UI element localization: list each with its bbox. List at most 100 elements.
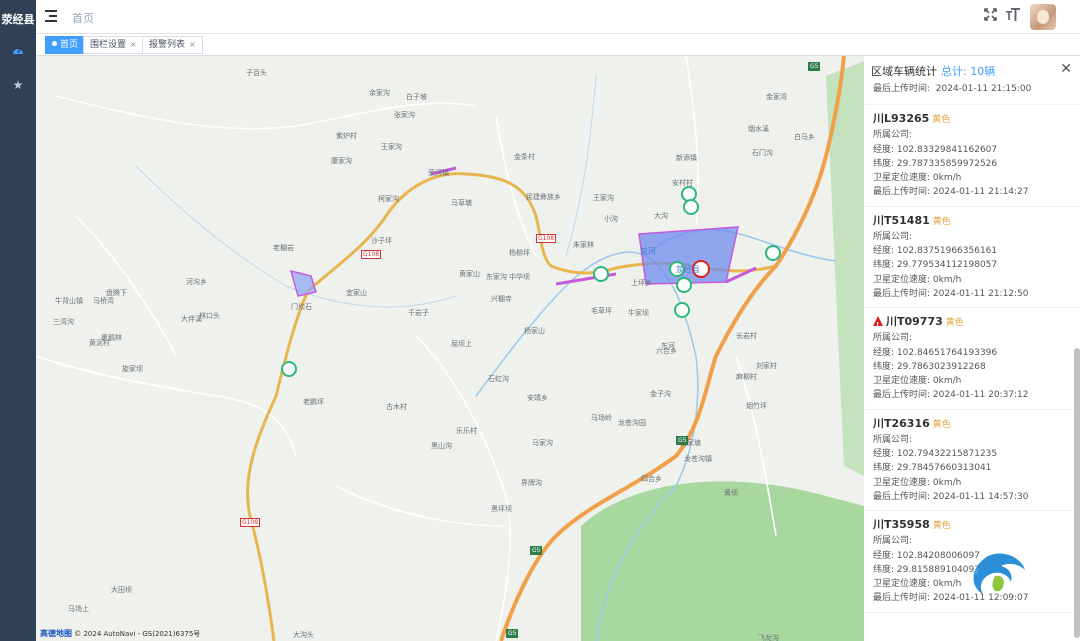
vehicle-lng: 经度: 102.83329841162607 [873,144,998,155]
map-place-label: 杨柳坪 [509,249,530,257]
dashboard-icon[interactable] [0,34,36,68]
star-icon[interactable]: ★ [0,68,36,102]
map-place-label: 黄家山 [459,270,480,278]
map-place-label: 马场上 [68,605,89,613]
vehicle-record[interactable]: 川T26316 黄色 所属公司: 经度: 102.79432215871235 纬度: … [864,410,1080,512]
vehicle-record[interactable]: 川T09773黄色所属公司: 经度: 102.84651764193396 纬度: … [864,308,1080,410]
vehicle-speed: 卫星定位速度: 0km/h [873,274,962,285]
map-place-label: 子百头 [246,69,267,77]
map-place-label: 裹鹅林 [101,334,122,342]
vehicle-company: 所属公司: [873,333,913,344]
map-place-label: 三湾沟 [53,318,74,326]
vehicle-marker [683,199,699,215]
vehicle-company: 所属公司: [873,434,913,445]
vehicle-record[interactable]: 川T51481 黄色 所属公司: 经度: 102.83751966356161 纬度: … [864,207,1080,309]
vehicle-lat: 纬度: 29.78457660313041 [873,463,992,474]
map-place-label: 沙子坪 [371,237,392,245]
map-place-label: 张家沟 [394,111,415,119]
map-place-label: 林口头 [199,312,220,320]
scrollbar[interactable] [1074,348,1080,638]
map-place-label: 屈坝上 [451,340,472,348]
map-view[interactable]: 子百头 余家沟 白子坡 张家沟 紫炉村 王家沟 康家沟 金条村 民建彝族乡 马草塘 柯家沟 荥河镇 沙子… [36,56,864,641]
map-place-label: 大伴溪 [181,315,202,323]
panel-title: 区域车辆统计 [871,65,937,78]
vehicle-speed: 卫星定位速度: 0km/h [873,173,962,184]
sidebar: 荥经县 ★ [0,0,36,641]
map-place-label: 刘家村 [756,362,777,370]
road-label: G5 [808,62,821,71]
vehicle-last-upload: 最后上传时间: 2024-01-11 21:12:50 [873,288,1029,299]
vehicle-lat: 纬度: 29.787335859972526 [873,158,998,169]
map-place-label: 杨家山 [524,327,545,335]
vehicle-lng: 经度: 102.79432215871235 [873,449,998,460]
map-place-label: 大田坝 [111,586,132,594]
vehicle-company: 所属公司: [873,231,913,242]
vehicle-last-upload: 最后上传时间: 2024-01-11 20:37:12 [873,390,1029,401]
map-place-label: 小沟 [604,215,618,223]
vehicle-last-upload: 最后上传时间: 2024-01-11 14:57:30 [873,491,1029,502]
tag-home[interactable]: 首页 [45,36,86,54]
map-place-label: 界牌沟 [521,479,542,487]
map-place-label: 宜家山 [346,289,367,297]
vehicle-record[interactable]: 川L93265 黄色 所属公司: 经度: 102.83329841162607 纬度: … [864,105,1080,207]
map-copyright: 高德地图 © 2024 AutoNavi - GS(2021)6375号 [40,629,201,638]
map-place-label: 余家沟 [369,89,390,97]
close-icon[interactable]: × [130,40,137,49]
map-place-label: 黑坪坝 [491,505,512,513]
avatar[interactable] [1030,4,1056,30]
map-place-label: 盘腾下 [106,289,127,297]
map-place-label: 飞龙沟 [758,634,779,641]
map-canvas[interactable] [36,56,864,641]
map-place-label: 新添镇 [676,154,697,162]
map-place-label: 康家沟 [331,157,352,165]
map-place-label: 毛草坪 [591,307,612,315]
panel-total: 总计: 10辆 [941,65,996,78]
vehicle-marker [674,302,690,318]
map-place-label: 河沟乡 [186,278,207,286]
map-place-label: 老鹏坪 [303,398,324,406]
vehicle-marker [681,186,697,202]
forest-area [581,481,864,641]
vehicle-lat: 纬度: 29.7863023912268 [873,361,986,372]
river [565,75,597,257]
tag-alarm-list[interactable]: 报警列表 × [142,36,203,54]
vehicle-marker [281,361,297,377]
tag-fence-settings[interactable]: 围栏设置 × [83,36,144,54]
map-place-label: 东家沟 [486,273,507,281]
road-label: G108 [361,250,382,259]
vehicle-plate: 川L93265 黄色 [873,112,951,126]
fullscreen-icon[interactable] [984,8,997,25]
vehicle-lat: 纬度: 29.779534112198057 [873,260,998,271]
map-place-label: 朱家林 [573,241,594,249]
vehicle-lng: 经度: 102.83751966356161 [873,246,998,257]
map-place-label: 麻柳村 [736,373,757,381]
hamburger-icon[interactable] [45,10,57,22]
fence-polygon [289,269,317,297]
vehicle-plate: 川T09773黄色 [864,314,1080,333]
close-icon[interactable]: × [189,40,196,49]
map-place-label: 马家沟 [532,439,553,447]
map-place-label: 荥经县 [676,265,700,274]
close-icon[interactable]: ✕ [1060,61,1072,77]
map-place-label: 金子沟 [650,390,671,398]
map-place-label: 紫炉村 [336,132,357,140]
map-place-label: 王家沟 [593,194,614,202]
vehicle-lng: 经度: 102.84651764193396 [873,347,998,358]
map-place-label: 龙苍沟镇 [684,455,712,463]
map-place-label: 兴棚寺 [491,295,512,303]
map-place-label: 上坪乡 [631,279,652,287]
map-place-label: 石门沟 [752,149,773,157]
map-place-label: 安靖乡 [527,394,548,402]
vehicle-marker [593,266,609,282]
vehicle-last-upload: 最后上传时间: 2024-01-11 21:14:27 [873,187,1029,198]
vehicle-list: 川L93265 黄色 所属公司: 经度: 102.83329841162607 纬度: … [864,105,1080,613]
font-size-icon[interactable] [1006,8,1020,25]
map-place-label: 大沟头 [293,631,314,639]
map-place-label: 千岩子 [408,309,429,317]
map-place-label: 东河 [661,342,675,350]
breadcrumb[interactable]: 首页 [72,10,94,26]
panel-last-upload: 最后上传时间: 2024-01-11 21:15:00 [864,82,1080,106]
map-place-label: 柯家沟 [378,195,399,203]
tags-view: 首页 围栏设置 × 报警列表 × [36,34,1080,56]
map-place-label: 老棚岩 [273,244,294,252]
